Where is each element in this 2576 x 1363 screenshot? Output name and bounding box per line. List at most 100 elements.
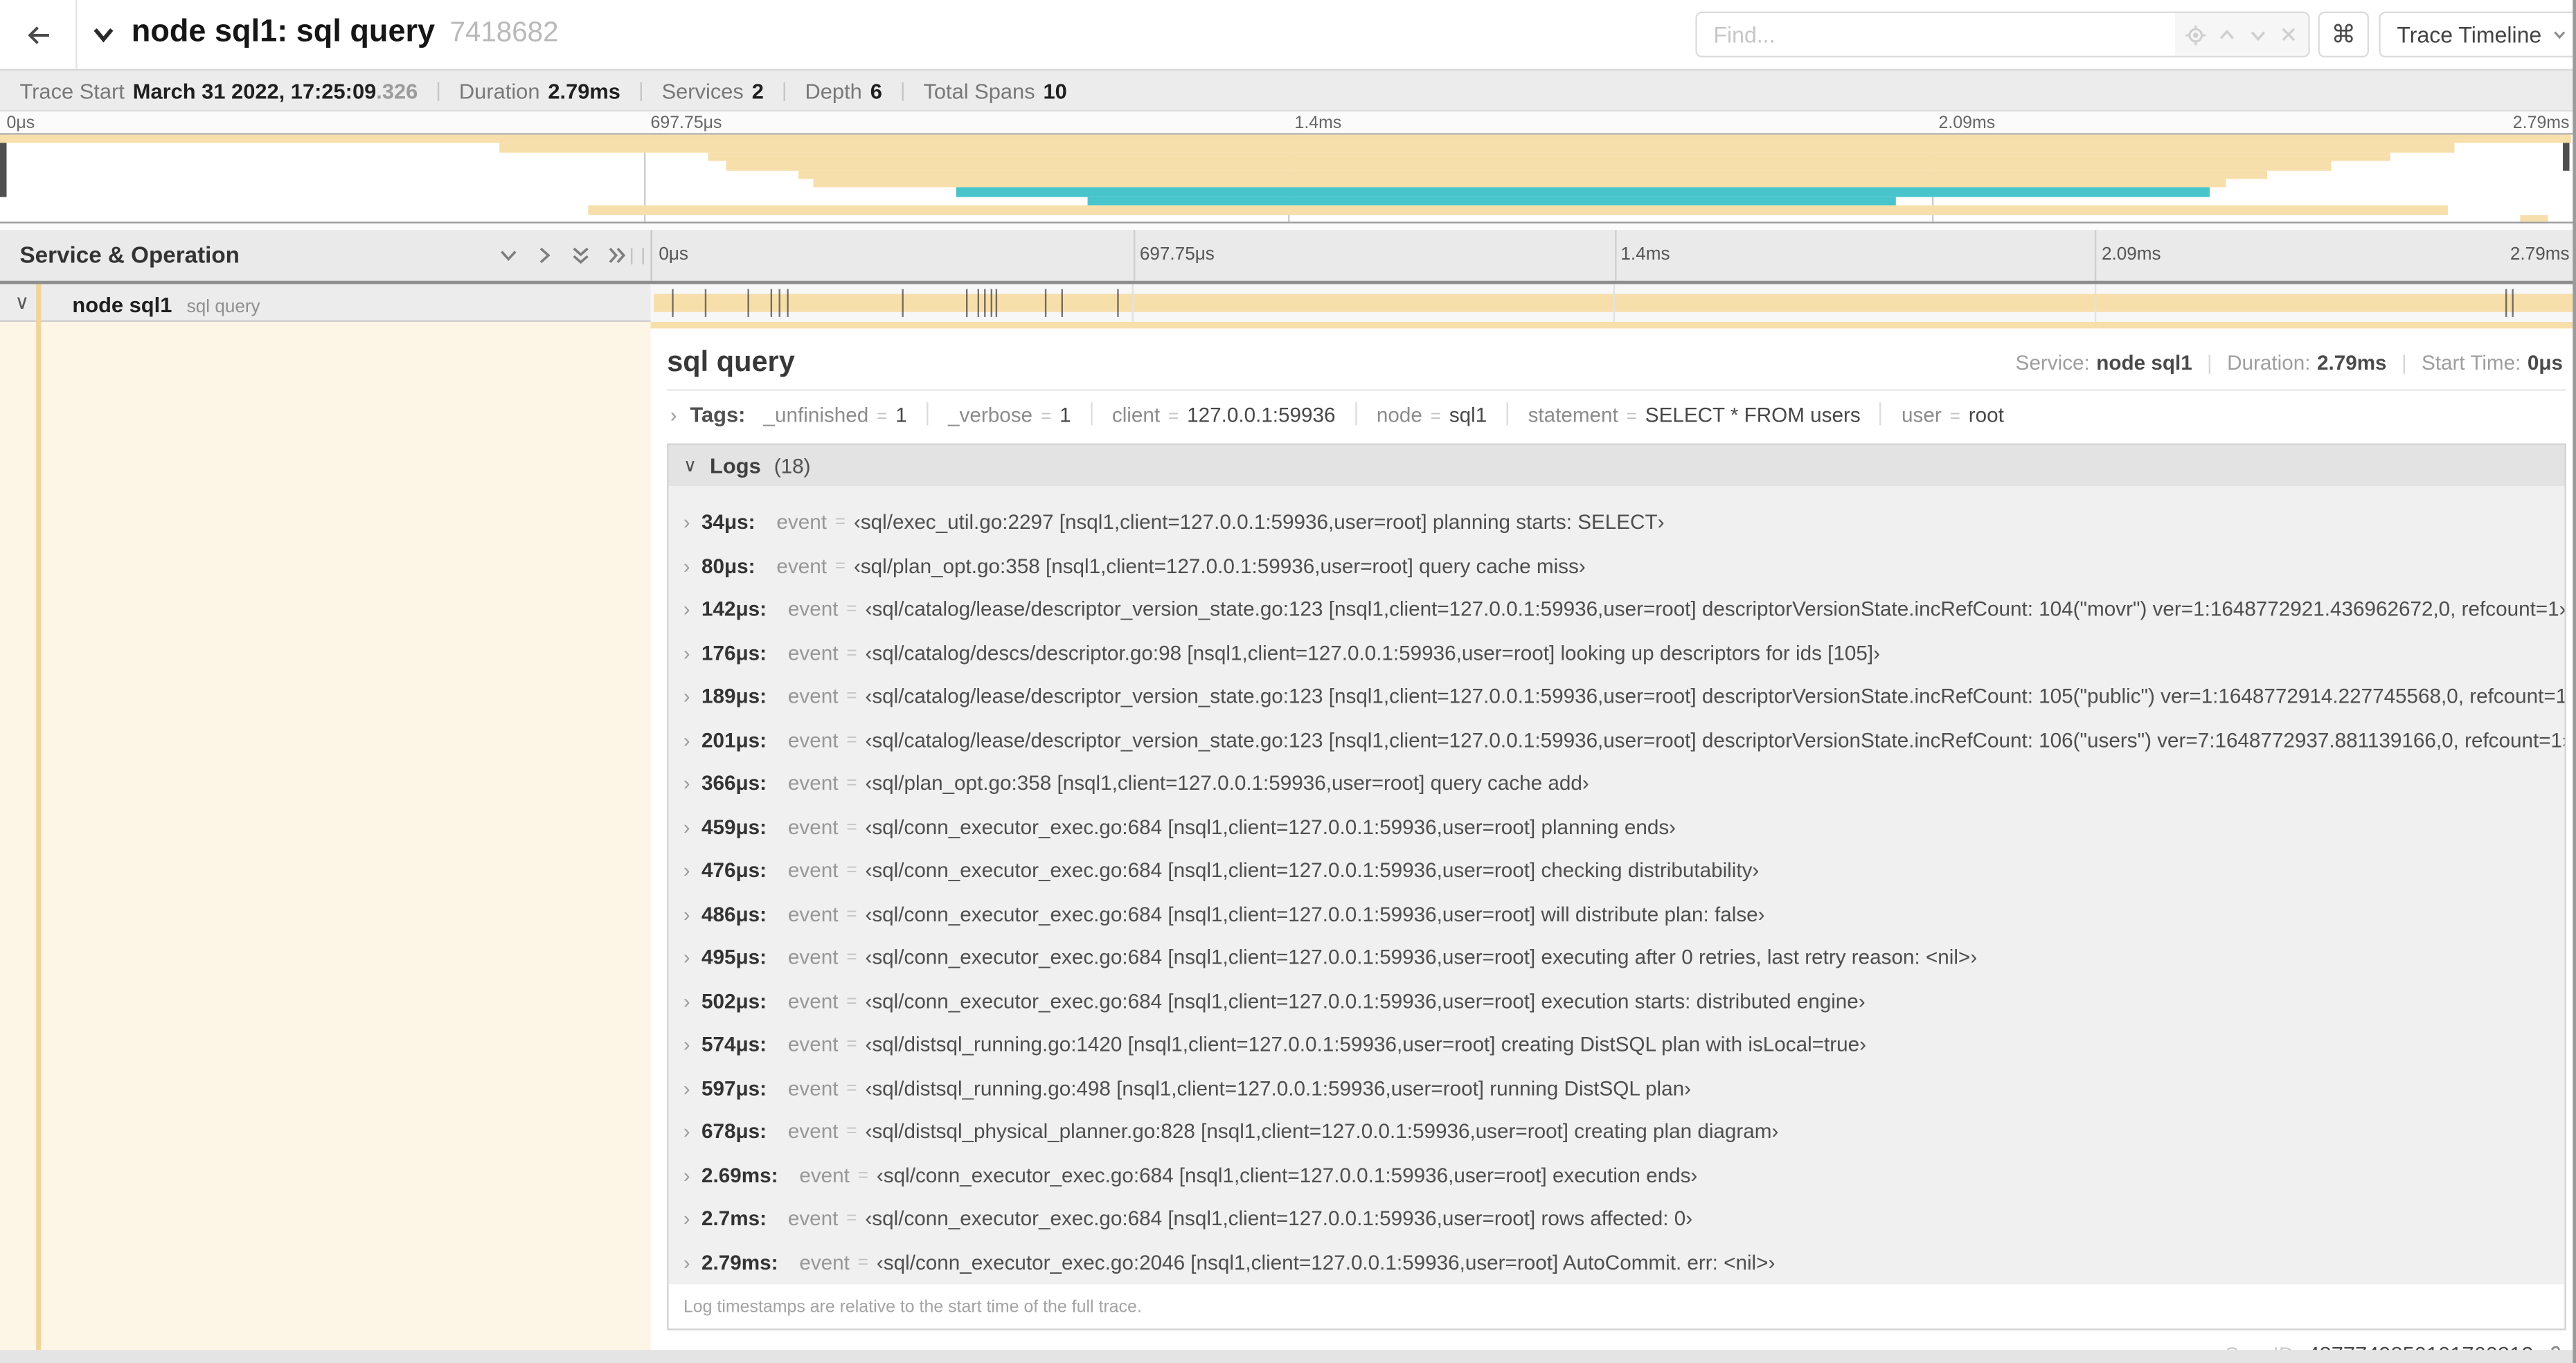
- chevron-right-icon[interactable]: ›: [683, 859, 690, 882]
- tags-row[interactable]: › Tags: _unfinished = 1 _verbose = 1 client = 12…: [667, 391, 2566, 439]
- log-message: ‹sql/catalog/lease/descriptor_version_st…: [865, 728, 2565, 752]
- tag-item[interactable]: client = 127.0.0.1:59936: [1112, 400, 1336, 428]
- minimap-span: [587, 206, 2447, 215]
- locate-icon[interactable]: [2185, 24, 2206, 45]
- equals-sign: =: [846, 687, 857, 707]
- span-bar-cell[interactable]: [650, 284, 2576, 323]
- chevron-down-icon[interactable]: [498, 244, 519, 266]
- span-detail-header[interactable]: sql query Service: node sql1 | Duration: 2.7…: [667, 328, 2566, 391]
- back-button[interactable]: [0, 0, 78, 69]
- tag-item[interactable]: _verbose = 1: [948, 400, 1071, 428]
- clear-search-icon[interactable]: [2279, 25, 2298, 44]
- chevron-down-icon: [2551, 26, 2568, 43]
- log-row[interactable]: › 486μs: event = ‹sql/conn_executor_exec.go:…: [669, 892, 2565, 936]
- log-row[interactable]: › 366μs: event = ‹sql/plan_opt.go:358 [nsql1…: [669, 762, 2565, 806]
- log-row[interactable]: › 476μs: event = ‹sql/conn_executor_exec.go:…: [669, 849, 2565, 893]
- chevron-right-icon[interactable]: ›: [683, 685, 690, 708]
- chevron-right-icon[interactable]: ›: [683, 1207, 690, 1230]
- log-marker: [704, 289, 706, 317]
- equals-sign: =: [834, 512, 846, 533]
- log-event-key: event: [787, 1207, 839, 1231]
- logs-header[interactable]: ∨ Logs (18): [668, 444, 2565, 487]
- double-chevron-down-icon[interactable]: [570, 244, 591, 266]
- stats-separator: |: [900, 78, 906, 102]
- chevron-right-icon[interactable]: ›: [683, 598, 690, 621]
- log-event-key: event: [776, 511, 827, 534]
- log-row[interactable]: › 2.69ms: event = ‹sql/conn_executor_exec.go…: [669, 1154, 2565, 1198]
- log-row[interactable]: › 176μs: event = ‹sql/catalog/descs/descript…: [669, 631, 2565, 675]
- log-marker: [1045, 289, 1047, 317]
- tag-value: 1: [895, 403, 907, 426]
- tag-item[interactable]: _unfinished = 1: [764, 400, 907, 428]
- ruler-tick-label: 697.75μs: [650, 113, 722, 134]
- column-resizer-handle[interactable]: [631, 248, 645, 264]
- keyboard-shortcuts-button[interactable]: ⌘: [2318, 11, 2370, 58]
- minimap-canvas[interactable]: [0, 133, 2576, 224]
- next-result-icon[interactable]: [2248, 24, 2269, 45]
- minimap-ruler: 0μs 697.75μs 1.4ms 2.09ms 2.79ms: [0, 111, 2576, 134]
- log-row[interactable]: › 142μs: event = ‹sql/catalog/lease/descript…: [669, 588, 2564, 631]
- chevron-right-icon[interactable]: ›: [683, 773, 690, 795]
- tag-item[interactable]: user = root: [1902, 400, 2004, 428]
- trace-view-selector[interactable]: Trace Timeline: [2379, 11, 2576, 58]
- log-marker: [1116, 289, 1119, 317]
- chevron-right-icon[interactable]: ›: [683, 946, 690, 969]
- minimap-span: [798, 170, 2267, 179]
- chevron-right-icon[interactable]: ›: [683, 1033, 690, 1056]
- log-time: 366μs:: [701, 772, 767, 795]
- arrow-left-icon: [24, 21, 51, 48]
- prev-result-icon[interactable]: [2216, 24, 2237, 45]
- chevron-right-icon[interactable]: ›: [683, 1251, 690, 1274]
- chevron-right-icon[interactable]: ›: [683, 990, 690, 1013]
- chevron-right-icon[interactable]: ›: [683, 642, 690, 665]
- log-row[interactable]: › 678μs: event = ‹sql/distsql_physical_plann…: [669, 1110, 2565, 1154]
- collapse-trace-header-chevron-icon[interactable]: [90, 21, 116, 48]
- trace-title: node sql1: sql query 7418682: [131, 15, 559, 50]
- ruler-tick-label: 1.4ms: [1294, 113, 1342, 134]
- log-message: ‹sql/conn_executor_exec.go:684 [nsql1,cl…: [865, 989, 1866, 1013]
- search-input[interactable]: [1697, 12, 2176, 56]
- chevron-right-icon[interactable]: ›: [683, 511, 690, 534]
- chevron-right-icon[interactable]: ›: [683, 816, 690, 839]
- double-chevron-right-icon[interactable]: [606, 244, 627, 266]
- chevron-right-icon[interactable]: ›: [683, 554, 690, 577]
- equals-sign: =: [1040, 406, 1052, 426]
- tag-item[interactable]: statement = SELECT * FROM users: [1528, 400, 1861, 428]
- chevron-right-icon[interactable]: ›: [683, 903, 690, 926]
- tags-list: _unfinished = 1 _verbose = 1 client = 127.0.0.1:…: [764, 400, 2004, 430]
- overview-value: 0μs: [2527, 351, 2564, 374]
- log-row[interactable]: › 2.7ms: event = ‹sql/conn_executor_exec.go:…: [669, 1198, 2565, 1241]
- log-row[interactable]: › 502μs: event = ‹sql/conn_executor_exec.go:…: [669, 980, 2565, 1023]
- log-time: 176μs:: [701, 642, 767, 665]
- log-row[interactable]: › 2.79ms: event = ‹sql/conn_executor_exec.go…: [669, 1240, 2565, 1284]
- span-detail-row: sql query Service: node sql1 | Duration: 2.7…: [0, 322, 2576, 1363]
- chevron-right-icon[interactable]: ›: [683, 729, 690, 752]
- grid-line: [1132, 284, 1134, 323]
- minimap-span: [1086, 197, 1896, 206]
- log-row[interactable]: › 597μs: event = ‹sql/distsql_running.go:498…: [669, 1067, 2565, 1110]
- log-row[interactable]: › 201μs: event = ‹sql/catalog/lease/descript…: [669, 719, 2565, 762]
- chevron-right-icon[interactable]: [534, 244, 555, 266]
- chevron-right-icon[interactable]: ›: [683, 1077, 690, 1100]
- log-marker: [965, 289, 967, 317]
- tag-item[interactable]: node = sql1: [1377, 400, 1487, 428]
- log-row[interactable]: › 80μs: event = ‹sql/plan_opt.go:358 [nsql1,…: [669, 544, 2565, 588]
- log-row[interactable]: › 189μs: event = ‹sql/catalog/lease/descript…: [669, 675, 2564, 719]
- log-message: ‹sql/conn_executor_exec.go:684 [nsql1,cl…: [865, 859, 1760, 883]
- log-row[interactable]: › 495μs: event = ‹sql/conn_executor_exec.go:…: [669, 936, 2565, 980]
- log-row[interactable]: › 34μs: event = ‹sql/exec_util.go:2297 [nsql…: [669, 501, 2565, 545]
- log-event-key: event: [787, 815, 839, 839]
- chevron-right-icon[interactable]: ›: [683, 1121, 690, 1144]
- log-row[interactable]: › 459μs: event = ‹sql/conn_executor_exec.go:…: [669, 806, 2565, 849]
- chevron-down-icon[interactable]: ∨: [15, 291, 29, 314]
- service-operation-header: Service & Operation: [19, 241, 240, 268]
- grid-line: [1613, 230, 1616, 281]
- log-time: 2.7ms:: [701, 1207, 767, 1231]
- span-name-cell[interactable]: ∨ node sql1 sql query: [0, 284, 651, 323]
- tag-separator: [1091, 402, 1093, 426]
- scrollbar[interactable]: [2573, 0, 2576, 1363]
- chevron-right-icon[interactable]: ›: [683, 1164, 690, 1186]
- span-name: node sql1 sql query: [72, 291, 260, 321]
- minimap-left-drag-handle[interactable]: [0, 134, 6, 197]
- log-row[interactable]: › 574μs: event = ‹sql/distsql_running.go:142…: [669, 1023, 2565, 1067]
